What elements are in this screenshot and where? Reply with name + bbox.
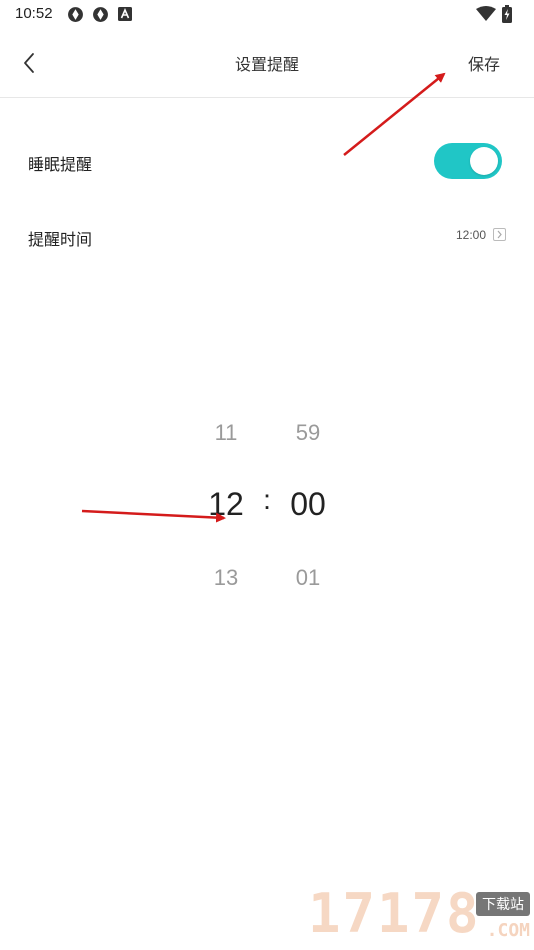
sync-icon — [93, 7, 108, 22]
minute-prev[interactable]: 59 — [268, 420, 348, 446]
reminder-time-label: 提醒时间 — [28, 230, 93, 249]
reminder-time-row[interactable]: 提醒时间 12:00 — [0, 206, 534, 266]
app-header: 设置提醒 保存 — [0, 30, 534, 98]
watermark-tag: 下载站 — [476, 892, 530, 916]
status-right — [476, 5, 520, 23]
battery-charging-icon — [502, 5, 512, 23]
time-picker[interactable]: 11 12 13 : 59 00 01 — [0, 400, 534, 610]
sleep-reminder-toggle[interactable] — [434, 143, 502, 179]
minute-next[interactable]: 01 — [268, 565, 348, 591]
page-title: 设置提醒 — [234, 55, 299, 74]
watermark-digits: 17178 — [308, 882, 481, 945]
watermark-logo: 17178 下载站 .COM — [308, 880, 534, 950]
screen: 10:52 设置提醒 保存 睡眠提醒 提醒时间 12:00 11 12 13:… — [0, 0, 534, 950]
sleep-reminder-row: 睡眠提醒 — [0, 131, 534, 191]
reminder-time-value: 12:00 — [455, 228, 486, 242]
status-bar: 10:52 — [0, 0, 534, 30]
sleep-reminder-label: 睡眠提醒 — [28, 155, 93, 174]
hour-next[interactable]: 13 — [186, 565, 266, 591]
save-button[interactable]: 保存 — [468, 51, 500, 75]
chevron-right-icon — [493, 228, 506, 241]
hour-selected[interactable]: 12 — [186, 486, 266, 523]
minute-selected[interactable]: 00 — [268, 486, 348, 523]
sync-icon — [68, 7, 83, 22]
watermark-domain: .COM — [486, 920, 530, 941]
hour-prev[interactable]: 11 — [186, 420, 266, 446]
toggle-knob — [470, 147, 498, 175]
status-time: 10:52 — [15, 5, 53, 22]
wifi-icon — [476, 6, 496, 21]
a-badge-icon — [118, 7, 132, 21]
